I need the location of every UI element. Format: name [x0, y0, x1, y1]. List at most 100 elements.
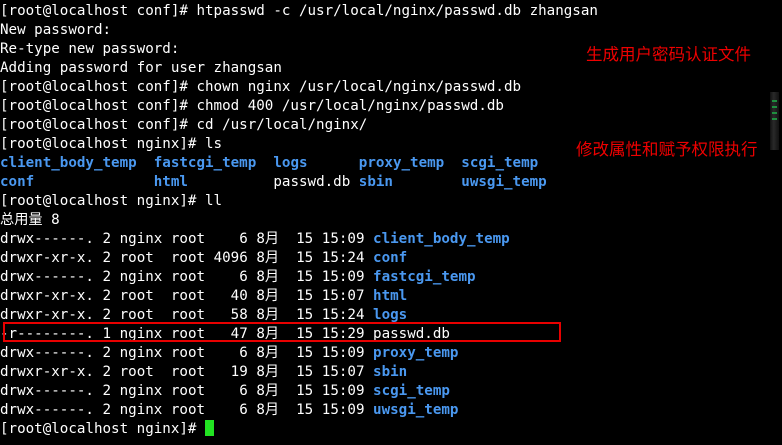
directory-name: uwsgi_temp [461, 174, 547, 190]
directory-name: fastcgi_temp [153, 155, 257, 171]
file-size: 6 [239, 383, 248, 399]
terminal-window[interactable]: [root@localhost conf]# htpasswd -c /usr/… [0, 2, 782, 445]
file-month: 8月 [256, 307, 280, 323]
ll-row: drwx------. 2 nginx root 6 8月 15 15:09 s… [0, 382, 782, 401]
directory-name: proxy_temp [358, 155, 445, 171]
file-permissions: drwx------. [0, 345, 94, 361]
file-owner: root [119, 364, 154, 380]
file-permissions: drwxr-xr-x. [0, 288, 94, 304]
ll-total-line: 总用量 8 [0, 212, 60, 228]
command-text: ll [205, 193, 223, 209]
file-permissions: drwx------. [0, 269, 94, 285]
passwd-db-highlight [3, 322, 561, 342]
file-group: root [170, 288, 206, 304]
command-text: chown nginx /usr/local/nginx/passwd.db [196, 79, 522, 95]
shell-prompt: [root@localhost conf]# [0, 98, 197, 114]
terminal-line: [root@localhost conf]# htpasswd -c /usr/… [0, 2, 782, 21]
file-month: 8月 [256, 345, 280, 361]
terminal-line: New password: [0, 22, 112, 38]
link-count: 2 [102, 307, 112, 323]
directory-name: sbin [373, 364, 408, 380]
directory-name: conf [0, 174, 35, 190]
file-owner: nginx [119, 345, 163, 361]
file-day: 15 [296, 345, 314, 361]
ll-row: drwx------. 2 nginx root 6 8月 15 15:09 u… [0, 401, 782, 420]
annotation-modify-permissions: 修改属性和赋予权限执行 [576, 140, 758, 159]
file-owner: nginx [119, 383, 163, 399]
file-time: 15:09 [321, 383, 365, 399]
file-group: root [170, 345, 206, 361]
terminal-line: [root@localhost conf]# chmod 400 /usr/lo… [0, 97, 782, 116]
link-count: 2 [102, 269, 112, 285]
file-group: root [170, 269, 206, 285]
ll-row: drwxr-xr-x. 2 root root 19 8月 15 15:07 s… [0, 363, 782, 382]
file-month: 8月 [256, 250, 280, 266]
annotation-generate-auth-file: 生成用户密码认证文件 [586, 45, 751, 64]
file-group: root [170, 231, 206, 247]
ll-row: drwx------. 2 nginx root 6 8月 15 15:09 f… [0, 268, 782, 287]
file-size: 4096 [213, 250, 248, 266]
file-name: passwd.db [273, 174, 351, 190]
file-group: root [170, 307, 206, 323]
file-permissions: drwx------. [0, 231, 94, 247]
file-time: 15:07 [321, 364, 365, 380]
terminal-line: [root@localhost nginx]# ll [0, 192, 782, 211]
link-count: 2 [102, 402, 112, 418]
file-month: 8月 [256, 383, 280, 399]
directory-name: uwsgi_temp [373, 402, 459, 418]
file-time: 15:09 [321, 402, 365, 418]
command-text: cd /usr/local/nginx/ [196, 117, 368, 133]
command-text: chmod 400 /usr/local/nginx/passwd.db [196, 98, 504, 114]
directory-name: html [153, 174, 188, 190]
file-size: 19 [230, 364, 248, 380]
file-day: 15 [296, 231, 314, 247]
file-permissions: drwx------. [0, 402, 94, 418]
file-day: 15 [296, 307, 314, 323]
directory-name: logs [273, 155, 308, 171]
shell-prompt: [root@localhost conf]# [0, 79, 197, 95]
shell-prompt: [root@localhost nginx]# [0, 193, 205, 209]
terminal-line: [root@localhost conf]# cd /usr/local/ngi… [0, 116, 782, 135]
file-time: 15:09 [321, 269, 365, 285]
file-day: 15 [296, 288, 314, 304]
link-count: 2 [102, 383, 112, 399]
file-day: 15 [296, 364, 314, 380]
command-text: htpasswd -c /usr/local/nginx/passwd.db z… [196, 3, 598, 19]
file-owner: nginx [119, 269, 163, 285]
file-size: 58 [230, 307, 248, 323]
ls-output-row: conf html passwd.db sbin uwsgi_temp [0, 173, 782, 192]
file-month: 8月 [256, 402, 280, 418]
file-group: root [170, 383, 206, 399]
directory-name: proxy_temp [373, 345, 459, 361]
file-owner: root [119, 307, 154, 323]
file-group: root [170, 364, 206, 380]
shell-prompt: [root@localhost nginx]# [0, 136, 205, 152]
file-month: 8月 [256, 288, 280, 304]
edge-indicator [772, 118, 777, 120]
directory-name: client_body_temp [373, 231, 510, 247]
file-size: 6 [239, 269, 248, 285]
shell-prompt: [root@localhost conf]# [0, 117, 197, 133]
ll-row: drwxr-xr-x. 2 root root 4096 8月 15 15:24… [0, 249, 782, 268]
file-size: 6 [239, 402, 248, 418]
link-count: 2 [102, 231, 112, 247]
edge-indicator [772, 100, 777, 102]
command-text: ls [205, 136, 223, 152]
file-owner: root [119, 288, 154, 304]
link-count: 2 [102, 288, 112, 304]
directory-name: fastcgi_temp [373, 269, 476, 285]
file-month: 8月 [256, 231, 280, 247]
file-month: 8月 [256, 269, 280, 285]
edge-indicator [772, 112, 777, 114]
file-permissions: drwx------. [0, 383, 94, 399]
ll-row: drwxr-xr-x. 2 root root 40 8月 15 15:07 h… [0, 287, 782, 306]
directory-name: sbin [358, 174, 393, 190]
file-group: root [170, 250, 206, 266]
directory-name: scgi_temp [373, 383, 450, 399]
terminal-line[interactable]: [root@localhost nginx]# [0, 420, 782, 439]
terminal-line: [root@localhost conf]# chown nginx /usr/… [0, 78, 782, 97]
directory-name: scgi_temp [461, 155, 539, 171]
directory-name: html [373, 288, 408, 304]
link-count: 2 [102, 250, 112, 266]
file-owner: nginx [119, 402, 163, 418]
